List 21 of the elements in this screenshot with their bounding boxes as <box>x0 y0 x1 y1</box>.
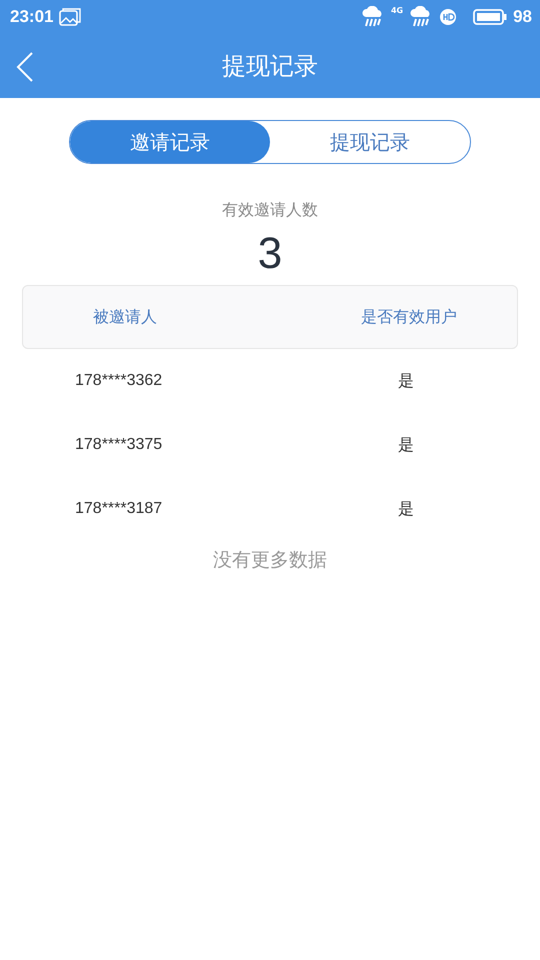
summary-label: 有效邀请人数 <box>221 200 319 221</box>
table-cell: 178****3187 <box>75 500 162 518</box>
no-more-data-text: 没有更多数据 <box>212 548 328 573</box>
network-type: 4G <box>390 6 404 15</box>
battery-level: 98 <box>513 7 532 27</box>
status-time: 23:01 <box>10 7 54 27</box>
column-header: 是否有效用户 <box>361 306 457 328</box>
column-header: 被邀请人 <box>93 306 157 328</box>
summary-value: 3 <box>256 229 284 279</box>
table-cell: 178****3375 <box>75 436 162 454</box>
table-cell-text: 是 <box>398 500 414 520</box>
page-title: 提现记录 <box>222 51 318 82</box>
back-icon <box>16 52 34 82</box>
table-cell: 178****3362 <box>75 372 162 390</box>
tab[interactable]: 提现记录 <box>270 121 470 163</box>
tab[interactable]: 邀请记录 <box>70 121 270 163</box>
image-icon <box>59 8 82 26</box>
table-cell-text: 是 <box>398 436 414 456</box>
table-cell-text: 是 <box>398 372 414 392</box>
hd-icon <box>439 8 458 26</box>
battery-icon <box>473 8 508 26</box>
